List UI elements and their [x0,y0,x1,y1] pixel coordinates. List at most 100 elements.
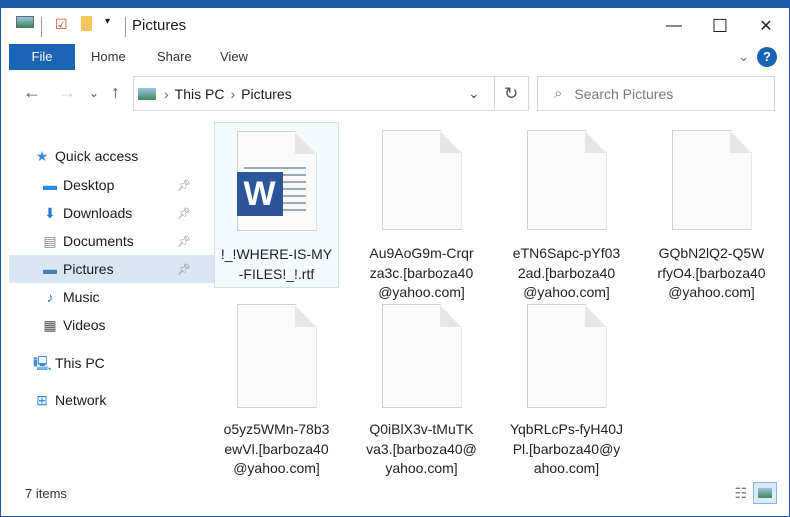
refresh-icon[interactable]: ↻ [504,84,518,104]
pictures-icon: ▬ [43,261,57,277]
file-item[interactable]: GQbN2lQ2-Q5W rfyO4.[barboza40 @yahoo.com] [649,122,774,300]
sidebar-item-videos[interactable]: ▦ Videos [9,311,221,339]
help-button[interactable]: ? [757,47,777,67]
tab-home[interactable]: Home [91,44,126,70]
sidebar-item-desktop[interactable]: ▬ Desktop 📌︎ [9,171,221,199]
explorer-window: ☑ ▾ Pictures — ☐ ✕ File Home Share View … [1,8,789,516]
sidebar-item-this-pc[interactable]: 🖳 This PC [9,349,221,377]
maximize-button[interactable]: ☐ [697,8,743,44]
file-name: Au9AoG9m-Crqr za3c.[barboza40 @yahoo.com] [359,244,484,303]
sidebar-item-label: Downloads [63,205,133,221]
download-icon: ⬇ [44,205,56,221]
sidebar-item-label: This PC [55,355,105,371]
large-icons-view-button[interactable] [753,482,777,504]
forward-arrow-icon[interactable]: → [58,82,76,103]
videos-icon: ▦ [43,317,57,333]
details-view-button[interactable]: ☷ [734,485,747,502]
file-name: !_!WHERE-IS-MY -FILES!_!.rtf [215,245,338,284]
sidebar-item-documents[interactable]: ▤ Documents 📌︎ [9,227,221,255]
file-name-line: @yahoo.com] [523,284,610,300]
file-name: o5yz5WMn-78b3 ewVl.[barboza40 @yahoo.com] [214,420,339,479]
desktop-icon: ▬ [43,177,57,193]
breadcrumb-separator-icon: › [164,85,169,102]
close-button[interactable]: ✕ [743,8,789,44]
breadcrumb-this-pc[interactable]: This PC [175,86,225,102]
file-item[interactable]: Au9AoG9m-Crqr za3c.[barboza40 @yahoo.com] [359,122,484,300]
pin-icon[interactable]: 📌︎ [177,179,191,192]
file-name: YqbRLcPs-fyH40J Pl.[barboza40@y ahoo.com] [504,420,629,479]
status-item-count: 7 items [25,486,67,501]
pin-icon[interactable]: 📌︎ [177,263,191,276]
network-icon: ⊞ [36,392,48,408]
file-name-line: Q0iBlX3v-tMuTK [369,421,474,437]
blank-file-icon [236,304,317,408]
address-history-chevron-icon[interactable]: ⌄ [468,85,480,102]
blank-file-icon [671,130,752,230]
file-name-line: o5yz5WMn-78b3 [223,421,330,437]
file-name-line: -FILES!_!.rtf [238,265,315,282]
file-name-line: !_!WHERE-IS-MY [220,246,333,262]
file-name-line: @yahoo.com] [378,284,465,300]
file-name-line: eTN6Sapc-pYf03 [512,245,621,261]
customize-toolbar-dropdown[interactable]: ▾ [105,16,110,27]
pictures-folder-icon [16,16,34,28]
search-icon: ⌕ [554,85,563,102]
file-name-line: ewVl.[barboza40 [224,440,329,457]
file-item[interactable]: Q0iBlX3v-tMuTK va3.[barboza40@ yahoo.com] [359,304,484,476]
blank-file-icon [381,304,462,408]
minimize-button[interactable]: — [651,8,697,44]
file-name-line: va3.[barboza40@ [366,440,477,457]
file-name: GQbN2lQ2-Q5W rfyO4.[barboza40 @yahoo.com] [649,244,774,303]
computer-icon: 🖳 [33,355,52,371]
recent-locations-chevron-icon[interactable]: ⌄ [89,86,99,100]
file-item[interactable]: YqbRLcPs-fyH40J Pl.[barboza40@y ahoo.com] [504,304,629,476]
pin-icon[interactable]: 📌︎ [177,235,191,248]
file-item[interactable]: W !_!WHERE-IS-MY -FILES!_!.rtf [214,122,339,288]
search-input[interactable]: ⌕ Search Pictures [537,76,775,111]
sidebar-item-network[interactable]: ⊞ Network [9,386,221,414]
sidebar-item-music[interactable]: ♪ Music [9,283,221,311]
sidebar-item-label: Music [63,289,100,305]
breadcrumb-pictures[interactable]: Pictures [241,86,292,102]
documents-icon: ▤ [43,233,57,249]
blank-file-icon [526,130,607,230]
address-bar[interactable]: › This PC › Pictures ⌄ ↻ [133,76,529,111]
blank-file-icon [526,304,607,408]
file-name-line: 2ad.[barboza40 [517,264,616,281]
sidebar-item-quick-access[interactable]: ★ Quick access [9,142,221,170]
file-item[interactable]: eTN6Sapc-pYf03 2ad.[barboza40 @yahoo.com] [504,122,629,300]
pictures-location-icon [138,87,156,100]
file-name: Q0iBlX3v-tMuTK va3.[barboza40@ yahoo.com] [359,420,484,479]
sidebar-item-label: Quick access [55,148,139,164]
sidebar-item-label: Network [55,392,107,408]
search-placeholder: Search Pictures [574,85,674,102]
file-name-line: YqbRLcPs-fyH40J [509,421,624,437]
properties-icon[interactable]: ☑ [55,16,68,33]
file-item[interactable]: o5yz5WMn-78b3 ewVl.[barboza40 @yahoo.com] [214,304,339,476]
word-document-icon: W [236,131,317,231]
tab-view[interactable]: View [220,44,248,70]
pin-icon[interactable]: 📌︎ [177,207,191,220]
back-arrow-icon[interactable]: ← [23,82,41,103]
file-name-line: Au9AoG9m-Crqr [369,245,474,261]
sidebar-item-label: Desktop [63,177,115,193]
ribbon: File Home Share View ⌄ ? [1,44,789,72]
breadcrumb-separator-icon: › [230,85,236,102]
sidebar-item-downloads[interactable]: ⬇ Downloads 📌︎ [9,199,221,227]
file-name-line: @yahoo.com] [233,460,320,476]
window-title: Pictures [132,17,187,34]
sidebar-item-label: Videos [63,317,106,333]
star-icon: ★ [35,148,49,164]
file-name-line: za3c.[barboza40 [369,264,474,281]
file-name-line: Pl.[barboza40@y [512,440,621,457]
tab-share[interactable]: Share [157,44,192,70]
sidebar-item-pictures[interactable]: ▬ Pictures 📌︎ [9,255,221,283]
tab-file[interactable]: File [9,44,75,70]
new-folder-icon[interactable] [81,16,92,31]
expand-ribbon-chevron-icon[interactable]: ⌄ [738,44,749,70]
sidebar-item-label: Documents [63,233,134,249]
up-arrow-icon[interactable]: ↑ [111,82,120,103]
blank-file-icon [381,130,462,230]
file-name: eTN6Sapc-pYf03 2ad.[barboza40 @yahoo.com] [504,244,629,303]
navigation-bar: ← → ⌄ ↑ › This PC › Pictures ⌄ ↻ ⌕ Searc… [1,74,789,114]
